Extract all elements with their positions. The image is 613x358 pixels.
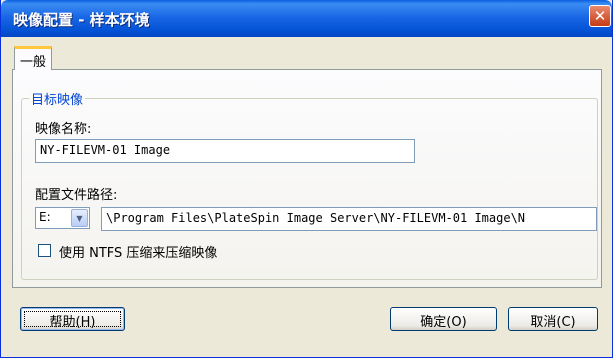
window-title: 映像配置 - 样本环境 bbox=[13, 11, 150, 29]
cancel-button[interactable]: 取消(C) bbox=[508, 307, 598, 331]
drive-value: E: bbox=[39, 210, 51, 224]
cancel-button-label: 取消(C) bbox=[530, 315, 576, 330]
compress-checkbox[interactable] bbox=[38, 244, 51, 257]
help-button[interactable]: 帮助(H) bbox=[20, 307, 125, 331]
tab-general[interactable]: 一般 bbox=[14, 46, 52, 70]
image-name-input[interactable]: NY-FILEVM-01 Image bbox=[35, 139, 415, 163]
title-bar[interactable]: 映像配置 - 样本环境 ✕ bbox=[1, 0, 612, 37]
close-icon: ✕ bbox=[593, 6, 607, 25]
ok-button[interactable]: 确定(O) bbox=[390, 307, 497, 331]
compress-label[interactable]: 使用 NTFS 压缩来压缩映像 bbox=[59, 242, 217, 261]
image-name-label: 映像名称: bbox=[35, 122, 92, 137]
group-label: 目标映像 bbox=[29, 89, 86, 108]
ok-button-label: 确定(O) bbox=[420, 315, 467, 330]
drive-select[interactable]: E: ▼ bbox=[35, 207, 90, 229]
dialog-window: 映像配置 - 样本环境 ✕ 一般 目标映像 映像名称: NY-FILEVM-01… bbox=[0, 0, 613, 358]
chevron-down-icon[interactable]: ▼ bbox=[71, 209, 88, 227]
config-path-input[interactable]: \Program Files\PlateSpin Image Server\NY… bbox=[101, 207, 597, 231]
tab-label: 一般 bbox=[19, 55, 46, 70]
close-button[interactable]: ✕ bbox=[589, 5, 611, 27]
help-button-label: 帮助(H) bbox=[49, 315, 96, 330]
config-path-label: 配置文件路径: bbox=[35, 188, 118, 203]
